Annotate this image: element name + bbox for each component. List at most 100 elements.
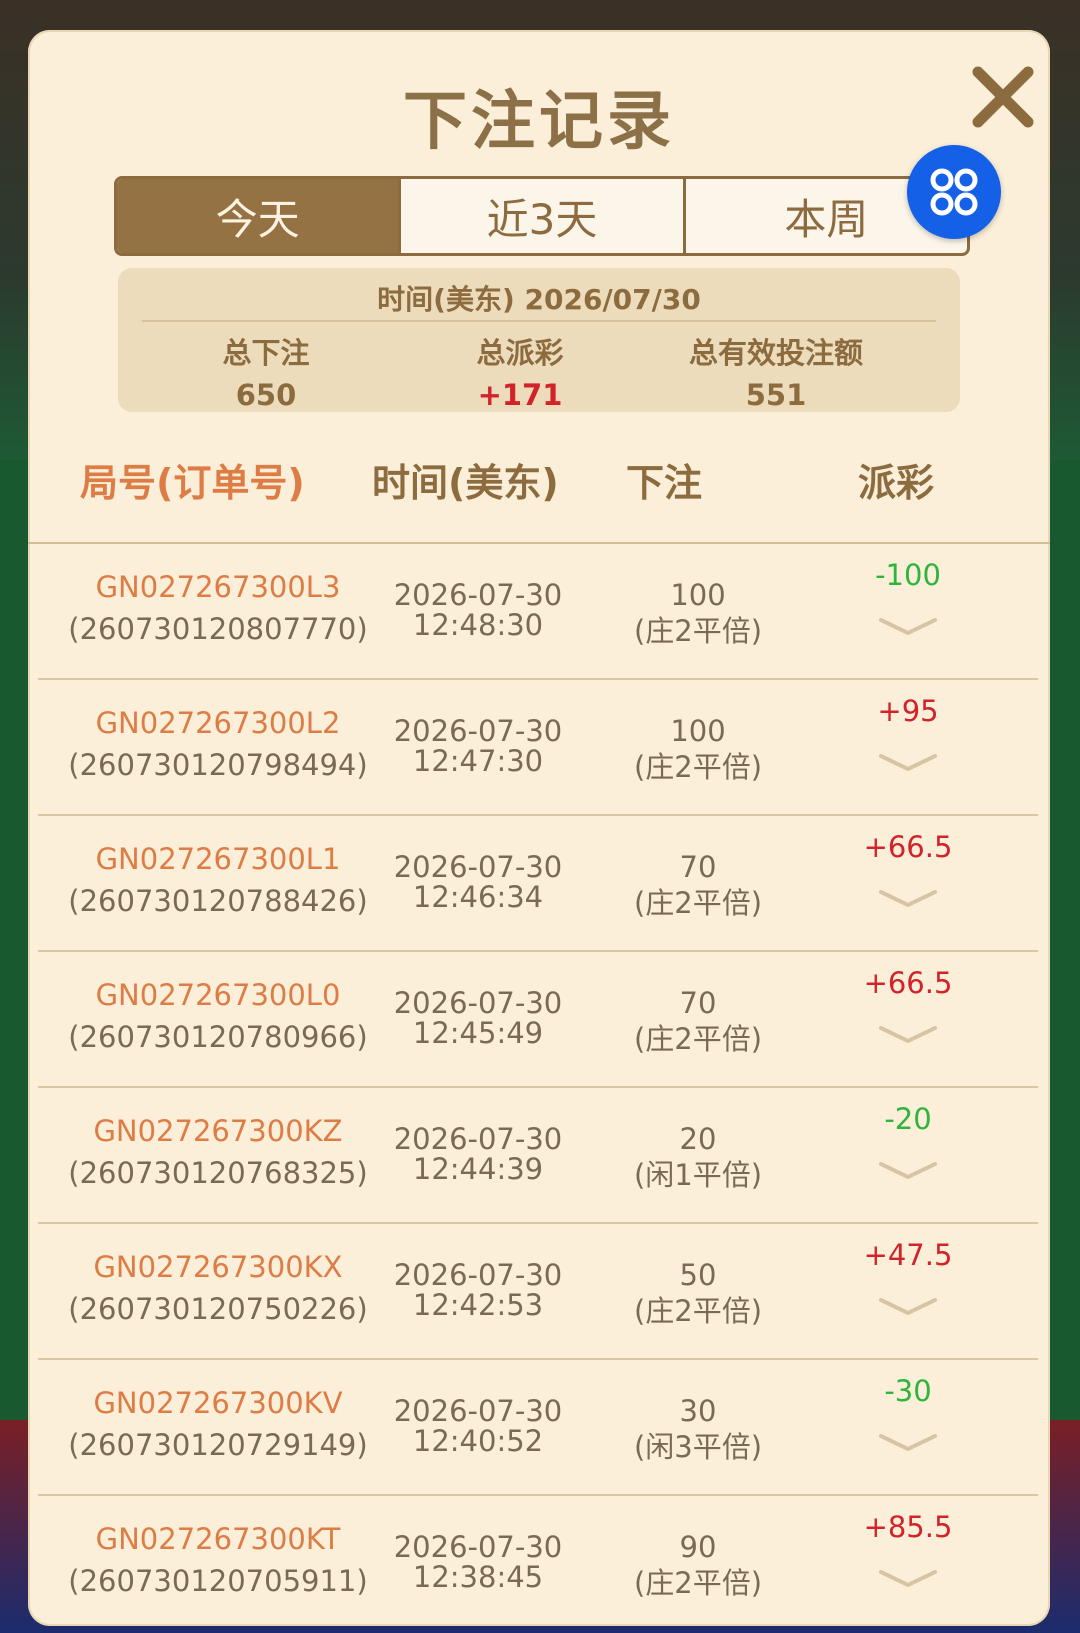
bet-amount: 30 (679, 1394, 717, 1428)
total-bet-label: 总下注 (222, 336, 310, 370)
order-number: (260730120798494) (68, 748, 368, 782)
order-number: (260730120768325) (68, 1156, 368, 1190)
chevron-down-icon (879, 618, 937, 635)
bet-date: 2026-07-30 (393, 1530, 563, 1564)
round-id: GN027267300L2 (95, 706, 341, 740)
bet-type: (庄2平倍) (633, 614, 763, 648)
round-id: GN027267300KT (95, 1522, 341, 1556)
summary-divider (142, 320, 936, 322)
bet-amount: 100 (670, 714, 726, 748)
payout-value: +47.5 (863, 1238, 953, 1272)
valid-bet-stat: 总有效投注额 551 (646, 330, 906, 412)
bet-type: (庄2平倍) (633, 1294, 763, 1328)
order-number: (260730120705911) (68, 1564, 368, 1598)
bet-time: 12:47:30 (412, 744, 544, 778)
close-button[interactable] (958, 52, 1048, 142)
round-id: GN027267300KZ (93, 1114, 343, 1148)
bet-time: 12:45:49 (412, 1016, 544, 1050)
bet-time: 12:42:53 (412, 1288, 544, 1322)
round-id: GN027267300KV (93, 1386, 343, 1420)
table-row[interactable]: GN027267300L1 (260730120788426) 2026-07-30… (38, 816, 1038, 952)
bet-type: (庄2平倍) (633, 1022, 763, 1056)
period-tabs: 今天 近3天 本周 (114, 176, 970, 256)
chevron-down-icon (879, 1026, 937, 1043)
round-id: GN027267300L1 (95, 842, 341, 876)
chevron-down-icon (879, 754, 937, 771)
bet-date: 2026-07-30 (393, 578, 563, 612)
expand-row-button[interactable] (878, 1294, 938, 1324)
total-payout-value: +171 (477, 378, 563, 412)
bet-time: 12:48:30 (412, 608, 544, 642)
bet-amount: 70 (679, 986, 717, 1020)
order-number: (260730120750226) (68, 1292, 368, 1326)
chevron-down-icon (879, 1570, 937, 1587)
valid-bet-value: 551 (745, 378, 807, 412)
order-number: (260730120788426) (68, 884, 368, 918)
bet-date: 2026-07-30 (393, 714, 563, 748)
expand-row-button[interactable] (878, 614, 938, 644)
total-payout-label: 总派彩 (476, 336, 564, 370)
bet-type: (闲1平倍) (633, 1158, 763, 1192)
bet-amount: 50 (679, 1258, 717, 1292)
chevron-down-icon (879, 1162, 937, 1179)
chevron-down-icon (879, 1434, 937, 1451)
bet-date: 2026-07-30 (393, 1258, 563, 1292)
tab-today[interactable]: 今天 (117, 179, 402, 253)
payout-value: -30 (884, 1374, 932, 1408)
bet-time: 12:40:52 (412, 1424, 544, 1458)
round-id: GN027267300KX (93, 1250, 343, 1284)
bet-amount: 90 (679, 1530, 717, 1564)
order-number: (260730120780966) (68, 1020, 368, 1054)
bet-time: 12:44:39 (412, 1152, 544, 1186)
round-id: GN027267300L3 (95, 570, 341, 604)
expand-row-button[interactable] (878, 1158, 938, 1188)
grid-menu-icon (930, 168, 978, 216)
payout-value: -20 (884, 1102, 932, 1136)
bet-date: 2026-07-30 (393, 1122, 563, 1156)
expand-row-button[interactable] (878, 1022, 938, 1052)
table-row[interactable]: GN027267300KZ (260730120768325) 2026-07-30… (38, 1088, 1038, 1224)
dialog-title: 下注记录 (403, 85, 675, 159)
order-number: (260730120729149) (68, 1428, 368, 1462)
expand-row-button[interactable] (878, 1430, 938, 1460)
bet-time: 12:38:45 (412, 1560, 544, 1594)
bet-type: (庄2平倍) (633, 750, 763, 784)
table-row[interactable]: GN027267300KV (260730120729149) 2026-07-30… (38, 1360, 1038, 1496)
menu-button[interactable] (907, 145, 1001, 239)
tab-last-3-days[interactable]: 近3天 (401, 179, 686, 253)
close-icon (972, 66, 1034, 128)
total-bet-stat: 总下注 650 (136, 330, 396, 412)
payout-value: -100 (875, 558, 941, 592)
table-row[interactable]: GN027267300L3 (260730120807770) 2026-07-30… (38, 544, 1038, 680)
bet-amount: 20 (679, 1122, 717, 1156)
table-row[interactable]: GN027267300L0 (260730120780966) 2026-07-30… (38, 952, 1038, 1088)
expand-row-button[interactable] (878, 750, 938, 780)
payout-value: +95 (877, 694, 939, 728)
payout-value: +66.5 (863, 966, 953, 1000)
summary-panel: 时间(美东) 2026/07/30 总下注 650 总派彩 +171 总有效投注… (118, 268, 960, 412)
round-id: GN027267300L0 (95, 978, 341, 1012)
bet-amount: 70 (679, 850, 717, 884)
chevron-down-icon (879, 1298, 937, 1315)
expand-row-button[interactable] (878, 1566, 938, 1596)
table-header: 局号(订单号) 时间(美东) 下注 派彩 (28, 452, 1050, 518)
chevron-down-icon (879, 890, 937, 907)
bet-amount: 100 (670, 578, 726, 612)
bet-type: (庄2平倍) (633, 1566, 763, 1600)
table-row[interactable]: GN027267300KT (260730120705911) 2026-07-30… (38, 1496, 1038, 1626)
order-number: (260730120807770) (68, 612, 368, 646)
expand-row-button[interactable] (878, 886, 938, 916)
bet-list: GN027267300L3 (260730120807770) 2026-07-30… (38, 544, 1038, 1626)
bet-date: 2026-07-30 (393, 986, 563, 1020)
bet-type: (闲3平倍) (633, 1430, 763, 1464)
table-row[interactable]: GN027267300KX (260730120750226) 2026-07-30… (38, 1224, 1038, 1360)
header-round-id: 局号(订单号) (80, 461, 305, 505)
header-time: 时间(美东) (372, 461, 559, 505)
valid-bet-label: 总有效投注额 (688, 336, 863, 370)
table-row[interactable]: GN027267300L2 (260730120798494) 2026-07-30… (38, 680, 1038, 816)
total-payout-stat: 总派彩 +171 (390, 330, 650, 412)
bet-date: 2026-07-30 (393, 1394, 563, 1428)
header-payout: 派彩 (858, 461, 935, 505)
bet-time: 12:46:34 (412, 880, 544, 914)
total-bet-value: 650 (235, 378, 297, 412)
